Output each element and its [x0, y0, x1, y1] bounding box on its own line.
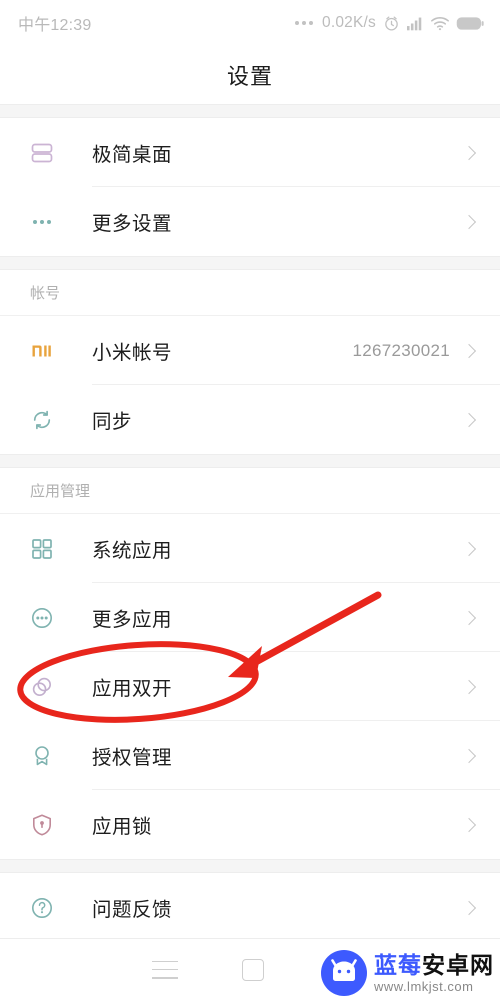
settings-row-label: 同步 [92, 411, 133, 433]
chevron-right-icon [461, 214, 477, 229]
grid-apps-icon [28, 535, 72, 563]
settings-row-authorization[interactable]: 授权管理 [0, 721, 500, 790]
sync-icon [28, 406, 72, 434]
settings-row-label: 更多设置 [92, 213, 173, 235]
chevron-right-icon [461, 343, 477, 358]
status-time: 中午12:39 [18, 17, 92, 34]
title-bar: 设置 [0, 46, 500, 104]
settings-row-label: 授权管理 [92, 747, 173, 769]
alarm-icon [385, 15, 398, 31]
settings-row-label: 应用双开 [92, 678, 173, 700]
page-title: 设置 [226, 64, 273, 89]
watermark-title-blue: 蓝莓 [374, 951, 422, 978]
more-apps-circle-dots-icon [28, 604, 72, 632]
section-divider [0, 454, 500, 468]
settings-row-more-apps[interactable]: 更多应用 [0, 583, 500, 652]
chevron-right-icon [461, 610, 477, 625]
android-mascot-icon [321, 950, 367, 996]
signal-icon [407, 17, 422, 30]
chevron-right-icon [461, 748, 477, 763]
network-speed-text: 0.02K/s [322, 14, 376, 31]
more-settings-dots-icon [28, 208, 72, 236]
authorization-badge-icon [28, 742, 72, 770]
settings-row-label: 问题反馈 [92, 899, 173, 921]
chevron-right-icon [461, 541, 477, 556]
settings-row-app-lock[interactable]: 应用锁 [0, 790, 500, 859]
home-button[interactable] [242, 958, 264, 981]
chevron-right-icon [461, 900, 477, 915]
settings-row-dual-apps[interactable]: 应用双开 [0, 652, 500, 721]
feedback-question-icon [28, 894, 72, 922]
settings-row-label: 更多应用 [92, 609, 173, 631]
app-lock-shield-icon [28, 811, 72, 839]
settings-row-sync[interactable]: 同步 [0, 385, 500, 454]
minimalist-desktop-icon [28, 139, 72, 167]
watermark-title: 蓝莓安卓网 [374, 951, 494, 978]
watermark-url: www.lmkjst.com [374, 978, 474, 994]
settings-row-label: 极简桌面 [92, 144, 173, 166]
chevron-right-icon [461, 817, 477, 832]
settings-row-label: 应用锁 [92, 816, 153, 838]
watermark-title-black: 安卓网 [422, 951, 494, 978]
chevron-right-icon [461, 412, 477, 427]
settings-list: 极简桌面 更多设置 帐号 小米帐号 1267230021 同步 应用管理 系统应… [0, 118, 500, 942]
section-divider [0, 104, 500, 118]
section-header-account: 帐号 [0, 270, 500, 316]
dual-apps-circles-icon [28, 673, 72, 701]
chevron-right-icon [461, 679, 477, 694]
battery-icon [456, 16, 484, 30]
more-dots-icon [295, 21, 314, 25]
watermark-text: 蓝莓安卓网 www.lmkjst.com [374, 951, 494, 994]
chevron-right-icon [461, 145, 477, 160]
mi-account-id-value: 1267230021 [352, 340, 450, 360]
status-indicators: 0.02K/s [295, 14, 484, 32]
mi-logo-icon [28, 337, 72, 365]
settings-row-label: 系统应用 [92, 540, 173, 562]
settings-row-system-apps[interactable]: 系统应用 [0, 514, 500, 583]
settings-row-minimalist-desktop[interactable]: 极简桌面 [0, 118, 500, 187]
settings-row-more-settings[interactable]: 更多设置 [0, 187, 500, 256]
wifi-icon [431, 16, 449, 30]
settings-row-mi-account[interactable]: 小米帐号 1267230021 [0, 316, 500, 385]
settings-row-feedback[interactable]: 问题反馈 [0, 873, 500, 942]
section-divider [0, 859, 500, 873]
menu-button[interactable] [152, 960, 178, 979]
section-header-app-management: 应用管理 [0, 468, 500, 514]
site-watermark: 蓝莓安卓网 www.lmkjst.com [321, 950, 494, 996]
section-divider [0, 256, 500, 270]
settings-row-label: 小米帐号 [92, 342, 173, 364]
status-bar: 中午12:39 0.02K/s [0, 0, 500, 46]
